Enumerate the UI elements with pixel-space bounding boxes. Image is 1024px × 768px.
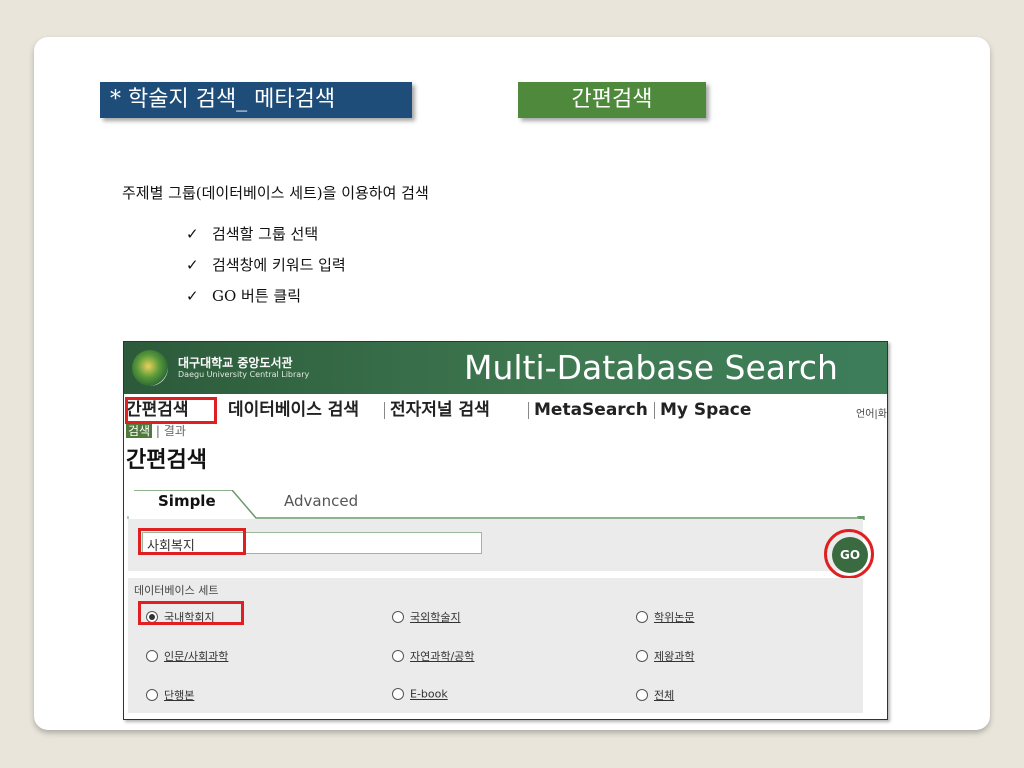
option-label: 자연과학/공학 [410, 650, 475, 663]
page-heading: 간편검색 [126, 448, 207, 473]
option-ebook[interactable]: E-book [392, 687, 448, 701]
slide-tag: 간편검색 [518, 82, 706, 118]
option-theses[interactable]: 학위논문 [636, 609, 694, 625]
tab-outline [127, 490, 865, 520]
option-other-science[interactable]: 제왕과학 [636, 648, 694, 664]
nav-ejournal-search[interactable]: 전자저널 검색 [390, 399, 490, 421]
option-label: 전체 [654, 689, 675, 702]
option-label: 학위논문 [654, 611, 695, 624]
nav-database-search[interactable]: 데이터베이스 검색 [228, 399, 359, 421]
database-set-title: 데이터베이스 세트 [134, 584, 219, 597]
database-set-panel: 데이터베이스 세트 국내학회지 국외학술지 학위논문 인문/사회과학 자연과학/… [128, 578, 863, 713]
radio-icon[interactable] [392, 688, 404, 700]
step-item: ✓ 검색창에 키워드 입력 [186, 253, 346, 284]
radio-icon[interactable] [392, 611, 404, 623]
step-list: ✓ 검색할 그룹 선택 ✓ 검색창에 키워드 입력 ✓ GO 버튼 클릭 [186, 222, 346, 315]
option-foreign-journals[interactable]: 국외학술지 [392, 609, 461, 625]
nav-separator [528, 402, 529, 419]
radio-icon[interactable] [392, 650, 404, 662]
main-nav: 간편검색 데이터베이스 검색 전자저널 검색 MetaSearch My Spa… [124, 399, 887, 421]
nav-separator [654, 402, 655, 419]
sub-link-search[interactable]: 검색 [126, 424, 153, 438]
option-humanities-social[interactable]: 인문/사회과학 [146, 648, 228, 664]
step-text: 검색창에 키워드 입력 [212, 256, 346, 274]
slide-title: * 학술지 검색_ 메타검색 [100, 82, 412, 118]
option-label: 국외학술지 [410, 611, 461, 624]
radio-icon[interactable] [636, 689, 648, 701]
description: 주제별 그룹(데이터베이스 세트)을 이용하여 검색 [122, 184, 429, 202]
sub-links: 검색 | 결과 [126, 422, 186, 439]
option-label: E-book [410, 687, 448, 701]
step-item: ✓ GO 버튼 클릭 [186, 284, 346, 315]
language-link[interactable]: 언어|화 [856, 405, 887, 420]
highlight-search-input [138, 528, 246, 555]
search-tabs: Simple Advanced [124, 490, 887, 520]
option-all[interactable]: 전체 [636, 687, 674, 703]
option-label: 인문/사회과학 [164, 650, 229, 663]
step-text: 검색할 그룹 선택 [212, 225, 319, 243]
nav-my-space[interactable]: My Space [660, 399, 751, 421]
highlight-selected-option [138, 601, 244, 625]
nav-separator [384, 402, 385, 419]
option-label: 제왕과학 [654, 650, 695, 663]
option-monographs[interactable]: 단행본 [146, 687, 194, 703]
radio-icon[interactable] [146, 650, 158, 662]
sub-link-results[interactable]: 결과 [164, 424, 186, 438]
option-label: 단행본 [164, 689, 195, 702]
highlight-nav-simple [125, 397, 217, 424]
step-item: ✓ 검색할 그룹 선택 [186, 222, 346, 253]
check-icon: ✓ [186, 225, 199, 243]
library-name-en: Daegu University Central Library [178, 370, 310, 379]
check-icon: ✓ [186, 287, 199, 305]
embedded-screenshot: 대구대학교 중앙도서관 Daegu University Central Lib… [123, 341, 888, 720]
sub-link-separator: | [155, 424, 160, 438]
radio-icon[interactable] [146, 689, 158, 701]
highlight-go-button [824, 529, 874, 579]
check-icon: ✓ [186, 256, 199, 274]
banner-title: Multi-Database Search [464, 348, 838, 387]
app-banner: 대구대학교 중앙도서관 Daegu University Central Lib… [124, 342, 887, 394]
option-natural-science-engineering[interactable]: 자연과학/공학 [392, 648, 474, 664]
nav-metasearch[interactable]: MetaSearch [534, 399, 648, 421]
radio-icon[interactable] [636, 650, 648, 662]
step-text: GO 버튼 클릭 [212, 287, 302, 305]
radio-icon[interactable] [636, 611, 648, 623]
library-logo-icon [132, 350, 168, 386]
library-name: 대구대학교 중앙도서관 [178, 356, 293, 370]
